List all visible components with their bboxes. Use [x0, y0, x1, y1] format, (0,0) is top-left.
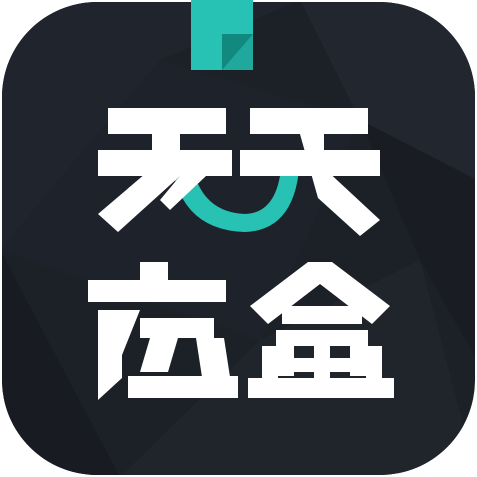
app-icon[interactable] — [0, 0, 477, 477]
app-icon-graphic — [2, 0, 475, 475]
bookmark-icon — [191, 0, 253, 70]
